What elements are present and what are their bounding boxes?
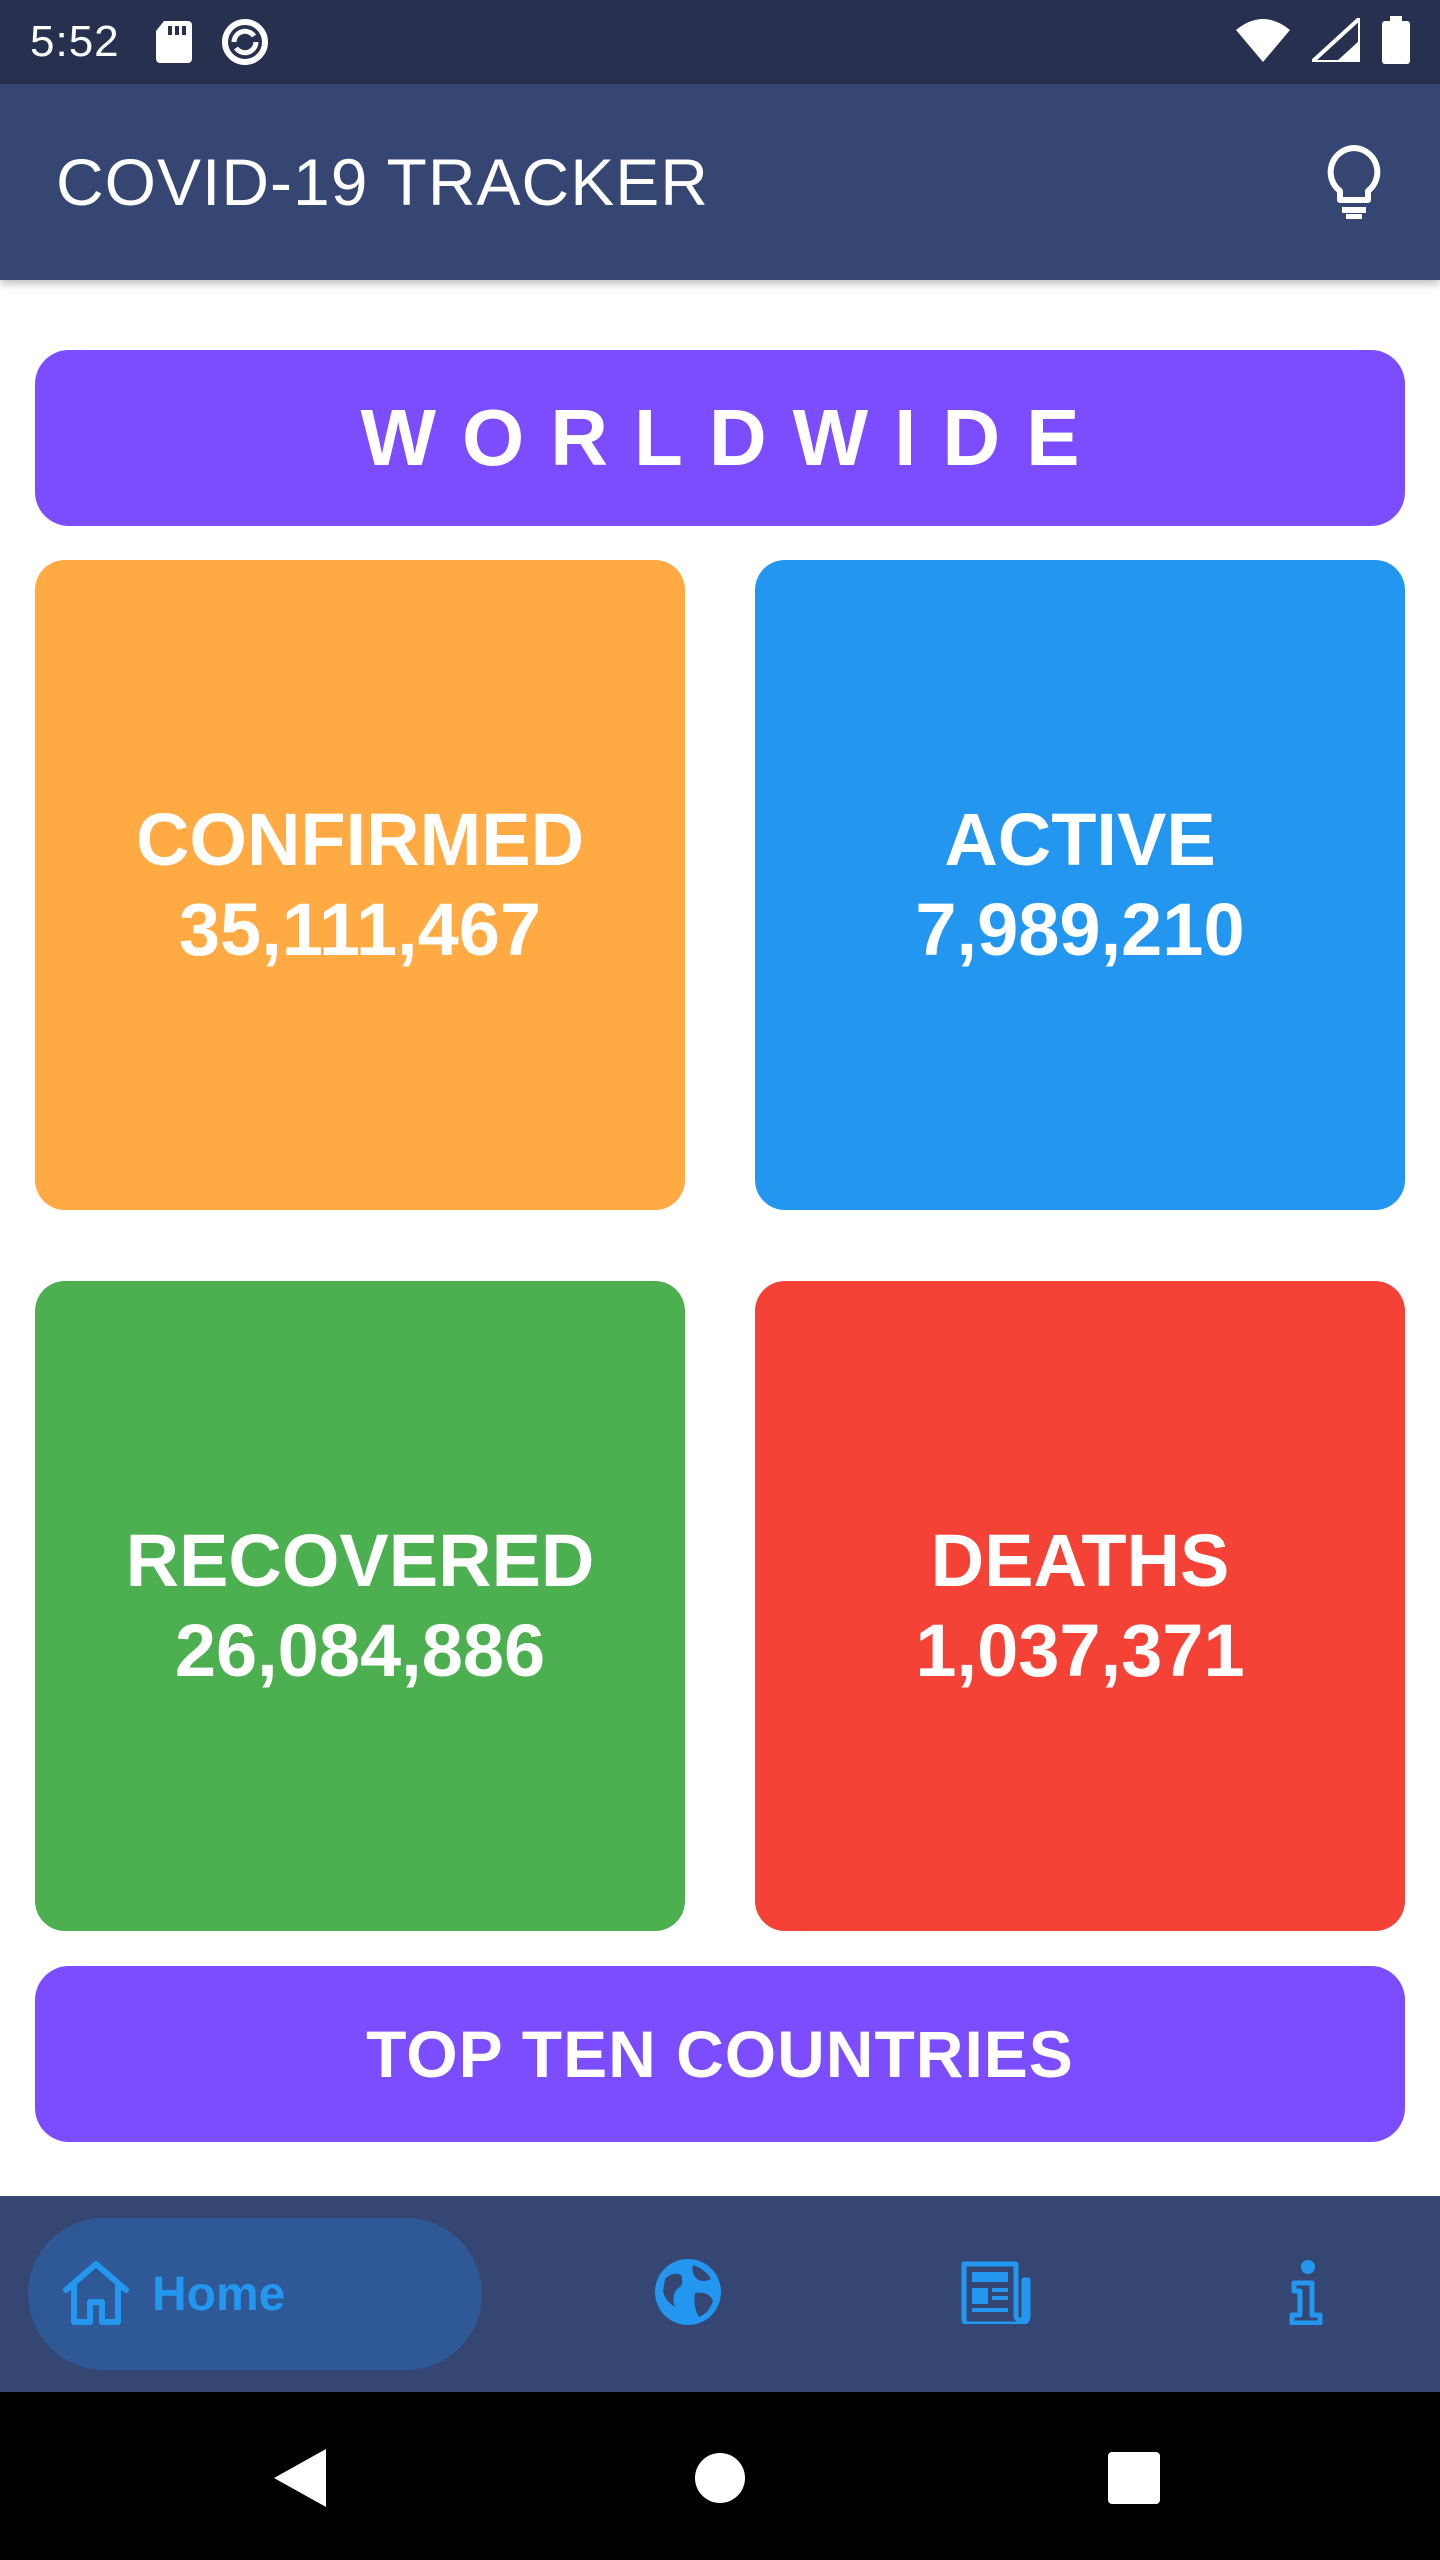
nav-item-world[interactable]	[650, 2256, 726, 2332]
nav-home-label: Home	[152, 2267, 286, 2321]
active-card: ACTIVE 7,989,210	[755, 560, 1405, 1210]
deaths-value: 1,037,371	[915, 1609, 1245, 1692]
worldwide-header: WORLDWIDE	[35, 350, 1405, 526]
nav-item-info[interactable]	[1268, 2256, 1344, 2332]
home-circle-icon[interactable]	[684, 2442, 756, 2514]
lightbulb-icon[interactable]	[1324, 144, 1384, 220]
deaths-card: DEATHS 1,037,371	[755, 1281, 1405, 1931]
sync-icon	[220, 17, 270, 67]
recovered-card: RECOVERED 26,084,886	[35, 1281, 685, 1931]
app-title: COVID-19 TRACKER	[56, 145, 709, 219]
wifi-icon	[1236, 18, 1290, 67]
screen: 5:52 COVID-19 TRACKER WORLDWIDE CONFIRME…	[0, 0, 1440, 2560]
back-icon[interactable]	[264, 2442, 336, 2514]
confirmed-value: 35,111,467	[178, 888, 542, 971]
info-icon	[1288, 2259, 1324, 2330]
signal-icon	[1306, 12, 1362, 67]
newspaper-icon	[960, 2260, 1032, 2329]
recovered-value: 26,084,886	[174, 1609, 546, 1692]
nav-item-news[interactable]	[958, 2256, 1034, 2332]
status-bar: 5:52	[0, 0, 1440, 84]
status-right-icons	[1236, 12, 1410, 69]
recovered-label: RECOVERED	[125, 1519, 595, 1602]
app-bar: COVID-19 TRACKER	[0, 84, 1440, 280]
confirmed-card: CONFIRMED 35,111,467	[35, 560, 685, 1210]
active-value: 7,989,210	[915, 888, 1245, 971]
top-ten-countries-button[interactable]: TOP TEN COUNTRIES	[35, 1966, 1405, 2142]
battery-icon	[1382, 15, 1410, 69]
globe-icon	[653, 2257, 723, 2332]
sd-card-icon	[155, 21, 192, 63]
system-nav-bar	[0, 2392, 1440, 2560]
home-icon	[60, 2258, 132, 2331]
recents-icon[interactable]	[1098, 2442, 1170, 2514]
nav-item-home[interactable]: Home	[28, 2218, 482, 2370]
confirmed-label: CONFIRMED	[135, 798, 585, 881]
active-label: ACTIVE	[944, 798, 1216, 881]
deaths-label: DEATHS	[930, 1519, 1230, 1602]
status-time: 5:52	[30, 17, 120, 66]
bottom-nav: Home	[0, 2196, 1440, 2392]
